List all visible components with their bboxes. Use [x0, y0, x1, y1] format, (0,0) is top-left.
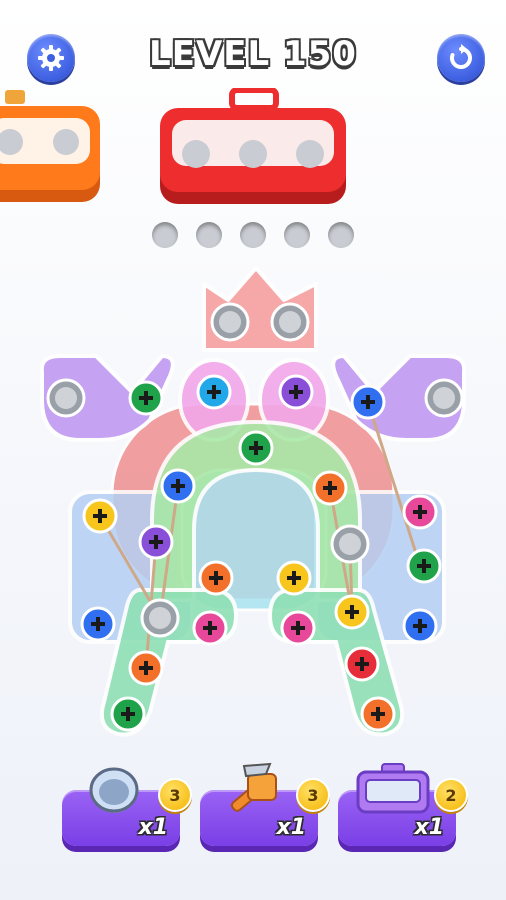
- toolbox-icon: [356, 763, 430, 814]
- hole-icon: [89, 767, 139, 813]
- booster-count: x1: [138, 815, 169, 840]
- hammer-icon: [230, 762, 277, 812]
- booster-count: x1: [276, 815, 307, 840]
- booster-badge: 3: [296, 778, 330, 812]
- booster-count: x1: [414, 815, 445, 840]
- toolbox-booster[interactable]: x1 2: [338, 763, 468, 846]
- booster-badge: 3: [158, 778, 192, 812]
- hammer-booster[interactable]: x1 3: [200, 762, 330, 846]
- booster-badge: 2: [434, 778, 468, 812]
- hole-booster[interactable]: x1 3: [62, 767, 192, 846]
